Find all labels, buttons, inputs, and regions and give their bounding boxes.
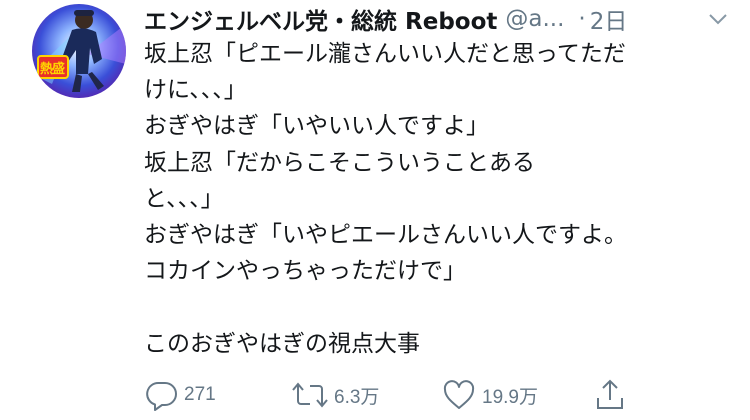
tweet-card[interactable]: 熱盛 エンジェルベル党・総統 Reboot @a... · 2日 坂上忍「ピエー… [0, 0, 750, 420]
share-icon [597, 379, 623, 409]
display-name[interactable]: エンジェルベル党・総統 Reboot [144, 2, 497, 36]
heart-icon [443, 380, 475, 409]
retweet-button[interactable]: 6.3万 [292, 377, 379, 413]
share-button[interactable] [594, 377, 626, 413]
chevron-down-icon[interactable] [706, 7, 730, 31]
avatar-badge-text: 熱盛 [40, 62, 65, 77]
tweet-text-line: 坂上忍「だからこそこういうことある [144, 149, 535, 176]
avatar[interactable]: 熱盛 [32, 4, 126, 98]
tweet-text-line [144, 289, 734, 325]
tweet-text: 坂上忍「ピエール瀧さんいい人だと思ってただ けに、、、」 おぎやはぎ「いやいい人… [144, 36, 734, 362]
like-count: 19.9万 [482, 386, 538, 408]
tweet-text-line: おぎやはぎ「いやいい人ですよ」 [144, 113, 489, 140]
tweet-text-line: と、、、」 [144, 185, 224, 212]
tweet-header: エンジェルベル党・総統 Reboot @a... · 2日 [144, 2, 734, 36]
tweet-text-line: 坂上忍「ピエール瀧さんいい人だと思ってただ [144, 41, 626, 67]
tweet-text-line: けに、、、」 [144, 77, 247, 104]
timestamp[interactable]: 2日 [590, 2, 628, 36]
avatar-image [32, 4, 126, 98]
tweet-actions: 271 6.3万 19.9万 [144, 377, 734, 413]
separator-dot: · [578, 6, 586, 32]
like-button[interactable]: 19.9万 [442, 377, 538, 413]
reply-button[interactable]: 271 [146, 377, 216, 413]
retweet-count: 6.3万 [334, 386, 380, 408]
reply-icon [146, 381, 177, 411]
retweet-icon [292, 382, 328, 408]
tweet-text-line: コカインやっちゃっただけで」 [144, 258, 466, 285]
tweet-text-line: このおぎやはぎの視点大事 [144, 330, 420, 357]
reply-count: 271 [184, 384, 216, 405]
user-handle[interactable]: @a... [505, 6, 564, 32]
tweet-text-line: おぎやはぎ「いやピエールさんいい人ですよ。 [144, 221, 627, 248]
